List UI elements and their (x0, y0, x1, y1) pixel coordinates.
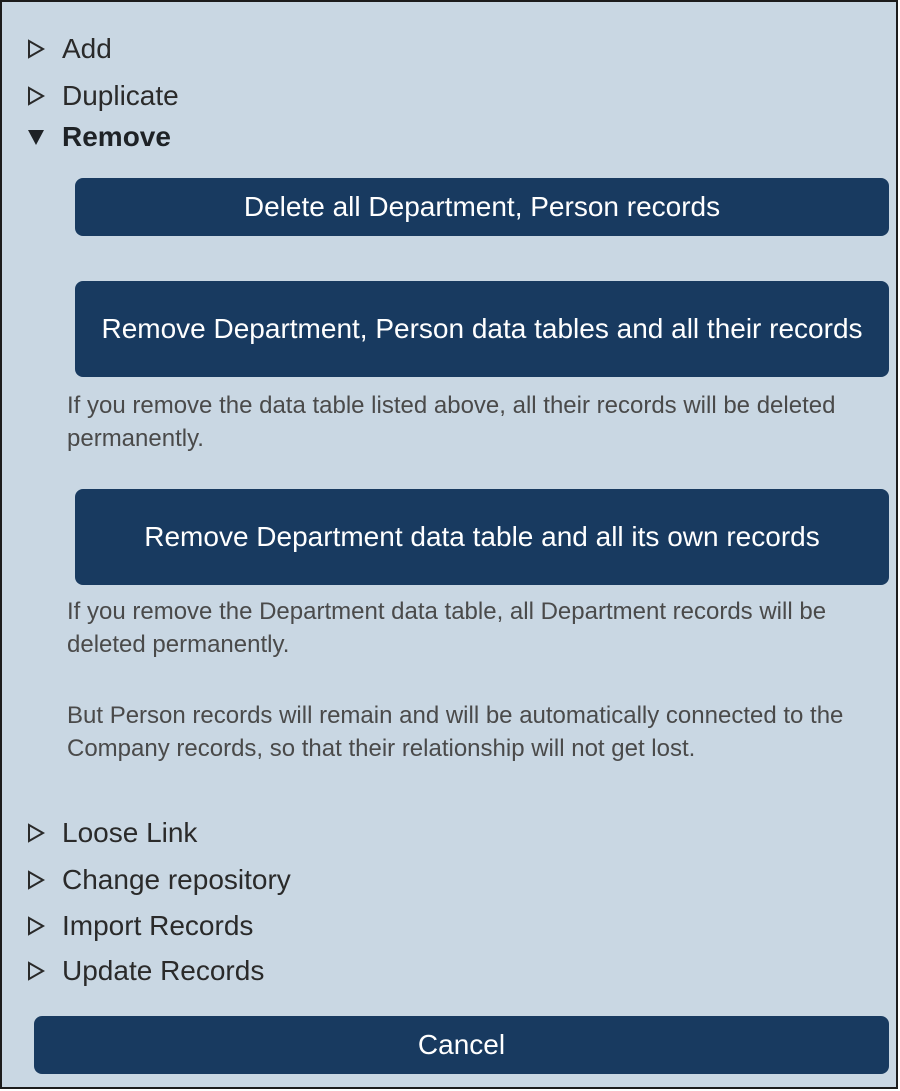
triangle-right-outline-icon (26, 823, 46, 843)
remove-data-tables-button[interactable]: Remove Department, Person data tables an… (75, 281, 889, 377)
triangle-down-filled-icon (26, 127, 46, 147)
menu-item-label: Update Records (62, 955, 265, 986)
menu-item-import-records[interactable]: Import Records (26, 906, 253, 946)
person-records-note: But Person records will remain and will … (67, 702, 844, 762)
menu-item-label: Loose Link (62, 817, 198, 848)
triangle-right-outline-icon (26, 39, 46, 59)
menu-item-change-repository[interactable]: Change repository (26, 860, 291, 900)
menu-item-loose-link[interactable]: Loose Link (26, 813, 197, 853)
menu-item-label: Change repository (62, 864, 291, 895)
menu-item-add[interactable]: Add (26, 29, 112, 69)
menu-item-update-records[interactable]: Update Records (26, 951, 264, 991)
cancel-button[interactable]: Cancel (34, 1016, 889, 1074)
menu-item-label: Duplicate (62, 80, 179, 111)
menu-item-label: Add (62, 33, 112, 64)
menu-item-label: Import Records (62, 910, 254, 941)
menu-item-duplicate[interactable]: Duplicate (26, 76, 179, 116)
remove-data-tables-note: If you remove the data table listed abov… (67, 392, 836, 452)
remove-department-table-button[interactable]: Remove Department data table and all its… (75, 489, 889, 585)
triangle-right-outline-icon (26, 961, 46, 981)
triangle-right-outline-icon (26, 86, 46, 106)
menu-item-remove[interactable]: Remove (26, 117, 171, 157)
delete-all-records-button[interactable]: Delete all Department, Person records (75, 178, 889, 236)
remove-department-note: If you remove the Department data table,… (67, 598, 827, 658)
menu-item-label: Remove (62, 121, 171, 152)
triangle-right-outline-icon (26, 870, 46, 890)
dialog-panel: Add Duplicate Remove Delete all Departme… (0, 0, 898, 1089)
triangle-right-outline-icon (26, 916, 46, 936)
